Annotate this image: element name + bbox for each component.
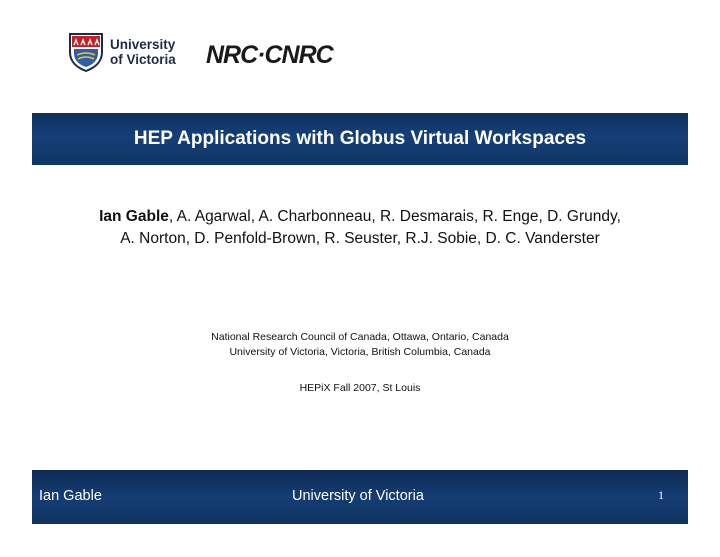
nrc-cnrc-wordmark: NRC·CNRC bbox=[206, 41, 334, 69]
footer-band: Ian Gable University of Victoria 1 bbox=[32, 470, 688, 524]
slide-title: HEP Applications with Globus Virtual Wor… bbox=[133, 128, 587, 149]
title-band: HEP Applications with Globus Virtual Wor… bbox=[32, 113, 688, 165]
author-list: Ian Gable, A. Agarwal, A. Charbonneau, R… bbox=[40, 206, 680, 250]
uvic-shield-icon bbox=[69, 33, 103, 72]
author-line-1: Ian Gable, A. Agarwal, A. Charbonneau, R… bbox=[40, 206, 680, 228]
uvic-wordmark-line1: University bbox=[110, 37, 176, 52]
author-line-2: A. Norton, D. Penfold-Brown, R. Seuster,… bbox=[120, 230, 600, 247]
uvic-wordmark: University of Victoria bbox=[110, 37, 176, 67]
affiliation-uvic: University of Victoria, Victoria, Britis… bbox=[229, 346, 491, 358]
affiliations: National Research Council of Canada, Ott… bbox=[0, 330, 720, 360]
uvic-wordmark-line2: of Victoria bbox=[110, 52, 176, 67]
footer-presenter: Ian Gable bbox=[39, 488, 102, 504]
uvic-logo: University of Victoria bbox=[68, 32, 188, 74]
footer-institution: University of Victoria bbox=[292, 488, 424, 504]
page-number: 1 bbox=[658, 488, 664, 502]
lead-author: Ian Gable bbox=[99, 208, 169, 225]
author-line-1-rest: , A. Agarwal, A. Charbonneau, R. Desmara… bbox=[168, 208, 621, 225]
nrc-cnrc-logo: NRC·CNRC bbox=[206, 40, 346, 70]
affiliation-nrc: National Research Council of Canada, Ott… bbox=[211, 331, 509, 343]
event-line: HEPiX Fall 2007, St Louis bbox=[299, 382, 421, 394]
